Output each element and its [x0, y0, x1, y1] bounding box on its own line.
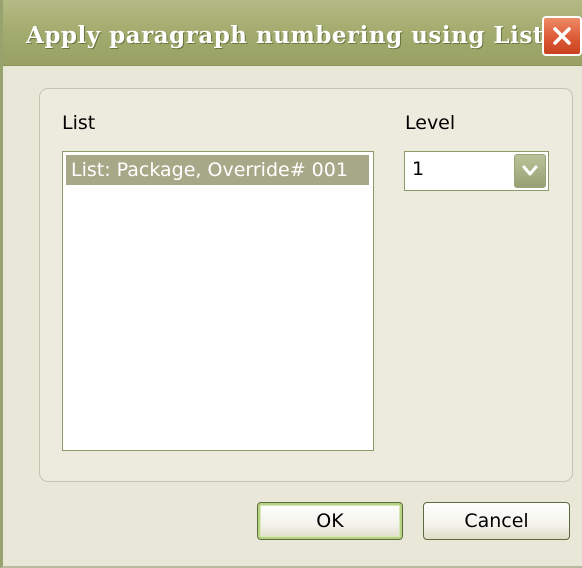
chevron-down-icon [522, 162, 538, 181]
title-bar[interactable]: Apply paragraph numbering using Lists [3, 0, 582, 66]
ok-button[interactable]: OK [257, 502, 403, 540]
level-dropdown[interactable]: 1 [404, 151, 549, 191]
list-label: List [62, 112, 96, 134]
dialog-window: Apply paragraph numbering using Lists Li… [0, 0, 582, 568]
close-button[interactable] [542, 16, 582, 56]
level-value: 1 [412, 158, 425, 180]
cancel-button[interactable]: Cancel [423, 502, 570, 540]
list-listbox[interactable]: List: Package, Override# 001 [62, 151, 374, 451]
level-label: Level [405, 112, 456, 134]
level-dropdown-button[interactable] [514, 154, 546, 188]
dialog-title: Apply paragraph numbering using Lists [26, 22, 558, 49]
close-icon [551, 25, 573, 47]
list-item[interactable]: List: Package, Override# 001 [66, 155, 369, 185]
